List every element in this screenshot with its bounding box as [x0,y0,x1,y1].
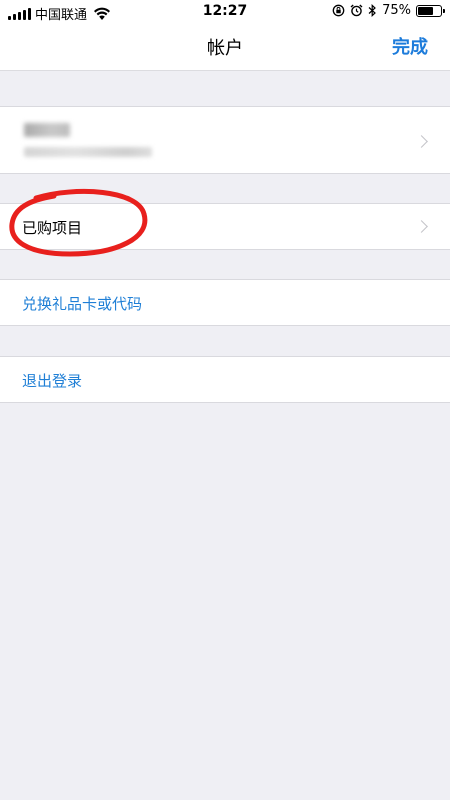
signout-link[interactable]: 退出登录 [22,370,82,391]
status-bar: 中国联通 12:27 75% [0,0,450,24]
status-right: 75% [332,3,445,18]
battery-percent: 75% [382,3,411,18]
battery-nub [443,8,445,13]
purchased-row[interactable]: 已购项目 [0,203,450,250]
account-name-blurred [24,123,70,137]
done-button[interactable]: 完成 [392,33,428,59]
page-title: 帐户 [207,38,243,59]
signout-row[interactable]: 退出登录 [0,356,450,403]
nav-bar: 帐户 完成 [0,24,450,71]
bluetooth-icon [368,4,376,17]
orientation-lock-icon [332,4,345,17]
alarm-icon [350,4,363,17]
chevron-right-icon [415,220,428,233]
account-email-blurred [24,147,152,157]
redeem-row[interactable]: 兑换礼品卡或代码 [0,279,450,326]
battery-fill [418,6,433,15]
redeem-link[interactable]: 兑换礼品卡或代码 [22,293,142,314]
account-row[interactable] [0,106,450,174]
chevron-right-icon [415,135,428,148]
purchased-label: 已购项目 [22,219,83,237]
battery-icon [416,4,445,17]
